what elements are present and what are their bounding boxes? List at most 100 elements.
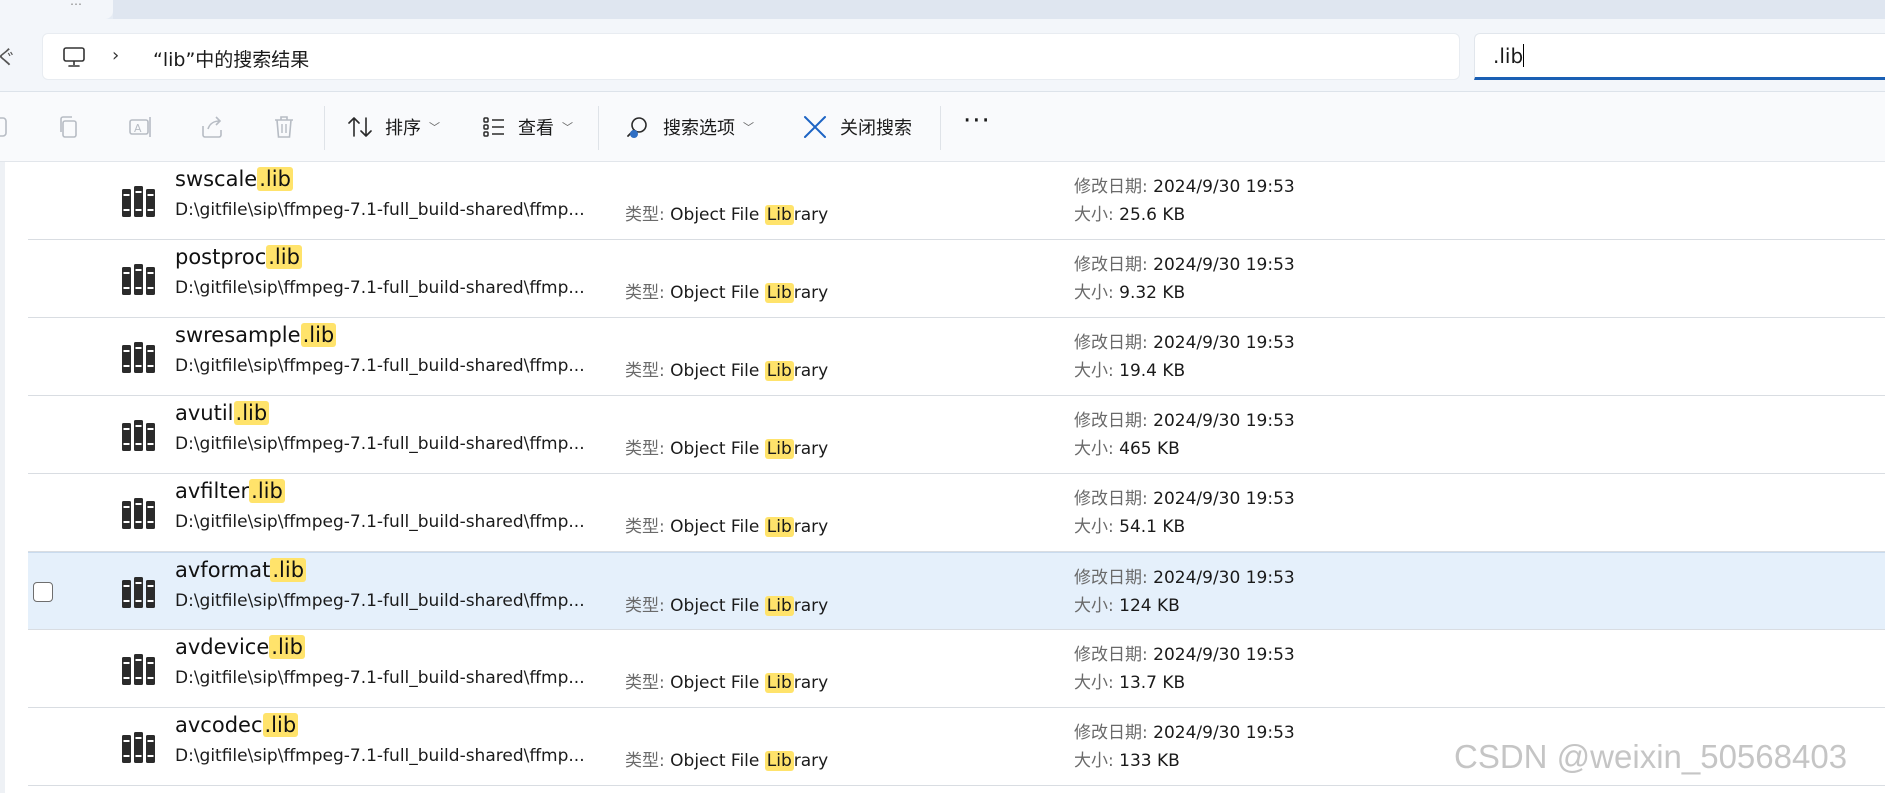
file-path: D:\gitfile\sip\ffmpeg-7.1-full_build-sha… xyxy=(175,591,585,611)
view-button[interactable]: 查看 ﹀ xyxy=(482,110,573,144)
tab-strip-background xyxy=(113,0,1885,19)
file-path: D:\gitfile\sip\ffmpeg-7.1-full_build-sha… xyxy=(175,512,585,532)
file-modified: 修改日期: 2024/9/30 19:53 xyxy=(1074,640,1295,665)
file-name-match: .lib xyxy=(269,635,305,659)
file-name[interactable]: avformat.lib xyxy=(175,558,307,582)
type-value-match: Lib xyxy=(764,751,794,771)
more-options-button[interactable]: ··· xyxy=(963,108,993,144)
modified-value: 2024/9/30 19:53 xyxy=(1153,411,1295,431)
type-label: 类型: xyxy=(625,517,665,537)
address-bar[interactable]: › “lib”中的搜索结果 xyxy=(42,33,1460,80)
type-value-rest: rary xyxy=(793,517,829,537)
size-label: 大小: xyxy=(1074,673,1114,693)
size-value: 19.4 KB xyxy=(1119,361,1186,381)
type-label: 类型: xyxy=(625,361,665,381)
type-value: Object File xyxy=(670,361,765,381)
type-value-match: Lib xyxy=(764,673,794,693)
text-caret xyxy=(1523,44,1525,67)
file-name-base: avformat xyxy=(175,558,271,582)
size-value: 133 KB xyxy=(1119,751,1180,771)
file-size: 大小: 54.1 KB xyxy=(1074,512,1185,537)
breadcrumb[interactable]: “lib”中的搜索结果 xyxy=(153,45,309,72)
modified-label: 修改日期: xyxy=(1074,177,1148,197)
search-options-label: 搜索选项 xyxy=(663,118,735,139)
size-label: 大小: xyxy=(1074,283,1114,303)
modified-label: 修改日期: xyxy=(1074,333,1148,353)
file-name[interactable]: avutil.lib xyxy=(175,401,270,425)
file-size: 大小: 13.7 KB xyxy=(1074,668,1185,693)
file-name[interactable]: avdevice.lib xyxy=(175,635,305,659)
file-name[interactable]: avfilter.lib xyxy=(175,479,285,503)
file-type: 类型: Object File Lib rary xyxy=(625,200,828,225)
toolbar-separator xyxy=(324,106,325,150)
modified-label: 修改日期: xyxy=(1074,411,1148,431)
rename-icon[interactable]: A xyxy=(127,114,153,140)
size-value: 465 KB xyxy=(1119,439,1180,459)
sort-label: 排序 xyxy=(385,118,421,139)
file-type: 类型: Object File Lib rary xyxy=(625,434,828,459)
type-value-rest: rary xyxy=(793,361,829,381)
file-row-avutil[interactable]: avutil.lib D:\gitfile\sip\ffmpeg-7.1-ful… xyxy=(28,396,1885,474)
file-name[interactable]: avcodec.lib xyxy=(175,713,299,737)
file-type: 类型: Object File Lib rary xyxy=(625,356,828,381)
share-icon[interactable] xyxy=(199,114,225,140)
library-file-icon xyxy=(122,577,155,608)
address-row: ぐ › “lib”中的搜索结果 .lib xyxy=(0,19,1885,92)
modified-value: 2024/9/30 19:53 xyxy=(1153,255,1295,275)
file-modified: 修改日期: 2024/9/30 19:53 xyxy=(1074,484,1295,509)
type-label: 类型: xyxy=(625,283,665,303)
file-row-avfilter[interactable]: avfilter.lib D:\gitfile\sip\ffmpeg-7.1-f… xyxy=(28,474,1885,552)
type-value-match: Lib xyxy=(764,517,794,537)
file-name-match: .lib xyxy=(249,479,285,503)
modified-value: 2024/9/30 19:53 xyxy=(1153,333,1295,353)
file-name[interactable]: postproc.lib xyxy=(175,245,302,269)
size-label: 大小: xyxy=(1074,517,1114,537)
row-checkbox[interactable] xyxy=(33,582,53,602)
file-row-avdevice[interactable]: avdevice.lib D:\gitfile\sip\ffmpeg-7.1-f… xyxy=(28,630,1885,708)
sort-button[interactable]: 排序 ﹀ xyxy=(347,110,440,144)
active-tab[interactable]: … xyxy=(0,0,113,19)
nav-edge-glyph[interactable]: ぐ xyxy=(0,41,16,70)
chevron-down-icon: ﹀ xyxy=(429,121,440,134)
type-label: 类型: xyxy=(625,596,665,616)
file-name[interactable]: swscale.lib xyxy=(175,167,293,191)
copy-icon[interactable] xyxy=(56,114,82,140)
library-file-icon xyxy=(122,342,155,373)
tab-strip: … xyxy=(0,0,1885,19)
tab-fragment-text: … xyxy=(70,0,82,8)
type-value: Object File xyxy=(670,439,765,459)
type-value: Object File xyxy=(670,205,765,225)
size-value: 13.7 KB xyxy=(1119,673,1186,693)
modified-label: 修改日期: xyxy=(1074,645,1148,665)
search-input-value: .lib xyxy=(1493,44,1524,68)
file-path: D:\gitfile\sip\ffmpeg-7.1-full_build-sha… xyxy=(175,746,585,766)
delete-icon[interactable] xyxy=(271,114,297,140)
toolbar-separator xyxy=(940,106,941,150)
library-file-icon xyxy=(122,420,155,451)
file-type: 类型: Object File Lib rary xyxy=(625,512,828,537)
type-value: Object File xyxy=(670,673,765,693)
type-value: Object File xyxy=(670,283,765,303)
size-label: 大小: xyxy=(1074,361,1114,381)
file-name-match: .lib xyxy=(262,713,299,737)
file-size: 大小: 9.32 KB xyxy=(1074,278,1185,303)
computer-icon[interactable] xyxy=(62,46,86,68)
cut-icon[interactable] xyxy=(0,114,12,140)
chevron-down-icon: ﹀ xyxy=(562,121,573,134)
modified-label: 修改日期: xyxy=(1074,255,1148,275)
file-row-swresample[interactable]: swresample.lib D:\gitfile\sip\ffmpeg-7.1… xyxy=(28,318,1885,396)
file-row-swscale[interactable]: swscale.lib D:\gitfile\sip\ffmpeg-7.1-fu… xyxy=(28,162,1885,240)
file-list: swscale.lib D:\gitfile\sip\ffmpeg-7.1-fu… xyxy=(0,162,1885,793)
file-name-base: avfilter xyxy=(175,479,250,503)
file-row-postproc[interactable]: postproc.lib D:\gitfile\sip\ffmpeg-7.1-f… xyxy=(28,240,1885,318)
search-input[interactable]: .lib xyxy=(1474,33,1885,80)
type-label: 类型: xyxy=(625,439,665,459)
size-label: 大小: xyxy=(1074,205,1114,225)
file-row-avformat[interactable]: avformat.lib D:\gitfile\sip\ffmpeg-7.1-f… xyxy=(28,552,1885,630)
size-value: 9.32 KB xyxy=(1119,283,1186,303)
file-path: D:\gitfile\sip\ffmpeg-7.1-full_build-sha… xyxy=(175,434,585,454)
close-search-button[interactable]: 关闭搜索 xyxy=(802,110,912,144)
search-options-button[interactable]: 搜索选项 ﹀ xyxy=(625,110,754,144)
file-name[interactable]: swresample.lib xyxy=(175,323,337,347)
breadcrumb-chevron-icon[interactable]: › xyxy=(112,45,119,66)
